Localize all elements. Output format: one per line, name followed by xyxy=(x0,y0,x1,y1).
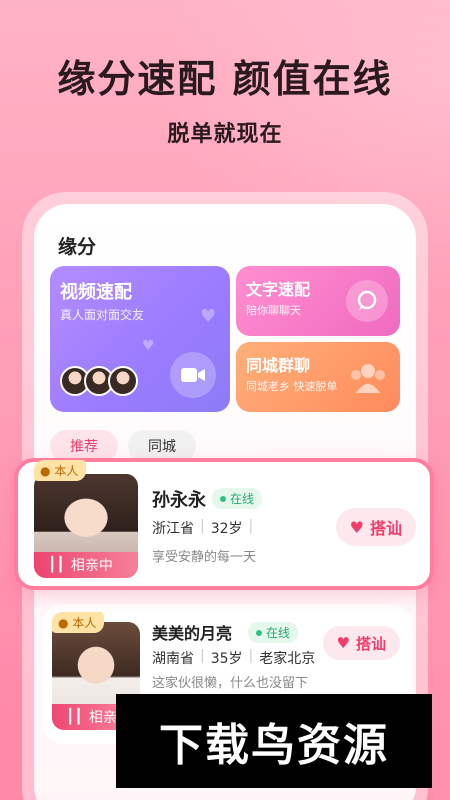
city-group-chat-title: 同城群聊 xyxy=(246,356,311,375)
heart-icon: ♥ xyxy=(142,338,155,354)
verified-self-badge: ● 本人 xyxy=(34,460,87,481)
badge-label: 本人 xyxy=(54,464,79,478)
blind-date-status: ┃┃ 相亲中 xyxy=(34,552,138,578)
user-bio: 这家伙很懒，什么也没留下 xyxy=(152,676,309,691)
text-match-card[interactable]: 文字速配 陪你聊聊天 xyxy=(236,266,400,336)
heart-icon: ♥ xyxy=(200,306,217,327)
chat-bubble-icon xyxy=(346,280,388,322)
online-badge: 在线 xyxy=(248,622,299,643)
video-match-card[interactable]: 视频速配 真人面对面交友 ♥ ♥ xyxy=(50,266,230,412)
user-name: 孙永永 xyxy=(152,490,206,511)
video-camera-icon xyxy=(170,352,216,398)
person-icon: ● xyxy=(58,616,69,630)
greet-button[interactable]: ♥ 搭讪 xyxy=(322,626,400,660)
user-hometown: 老家北京 xyxy=(259,651,316,667)
divider: | xyxy=(248,518,254,534)
video-match-title: 视频速配 xyxy=(60,282,132,303)
avatar xyxy=(108,366,138,396)
audio-wave-icon: ┃┃ xyxy=(48,557,65,573)
user-name: 美美的月亮 xyxy=(152,624,233,643)
person-icon: ● xyxy=(40,464,51,478)
user-meta: 浙江省 | 32岁 | xyxy=(152,518,253,538)
online-badge: 在线 xyxy=(212,488,263,509)
text-match-subtitle: 陪你聊聊天 xyxy=(246,304,301,317)
user-meta: 湖南省 | 35岁 | 老家北京 xyxy=(152,648,315,668)
heart-icon: ♥ xyxy=(336,634,350,652)
blind-date-label: 相亲中 xyxy=(70,558,113,574)
city-group-chat-subtitle: 同城老乡 快速脱单 xyxy=(246,380,338,393)
text-match-title: 文字速配 xyxy=(246,280,311,299)
group-people-icon xyxy=(346,356,390,400)
user-card-highlighted[interactable]: ● 本人 ┃┃ 相亲中 孙永永 在线 浙江省 | 32岁 | 享受安静的每一天 … xyxy=(14,458,434,590)
greet-label: 搭讪 xyxy=(355,634,386,653)
verified-self-badge: ● 本人 xyxy=(52,612,105,633)
video-match-subtitle: 真人面对面交友 xyxy=(60,308,145,322)
greet-button[interactable]: ♥ 搭讪 xyxy=(335,508,416,546)
city-group-chat-card[interactable]: 同城群聊 同城老乡 快速脱单 xyxy=(236,342,400,412)
divider: | xyxy=(248,648,254,664)
heart-icon: ♥ xyxy=(349,517,364,537)
hero-subheadline: 脱单就现在 xyxy=(167,122,283,147)
user-province: 湖南省 xyxy=(152,651,194,667)
user-photo[interactable]: ┃┃ 相亲中 xyxy=(34,474,138,578)
avatar-group xyxy=(60,366,138,396)
divider: | xyxy=(200,648,205,664)
user-age: 32岁 xyxy=(210,521,243,537)
user-bio: 享受安静的每一天 xyxy=(152,550,257,565)
section-title: 缘分 xyxy=(58,236,97,258)
watermark: 下载鸟资源 xyxy=(116,694,432,788)
user-age: 35岁 xyxy=(210,651,243,667)
greet-label: 搭讪 xyxy=(369,519,402,538)
user-province: 浙江省 xyxy=(152,521,194,537)
hero-headline: 缘分速配 颜值在线 xyxy=(57,57,393,101)
audio-wave-icon: ┃┃ xyxy=(66,709,83,725)
badge-label: 本人 xyxy=(72,616,97,630)
divider: | xyxy=(200,518,205,534)
